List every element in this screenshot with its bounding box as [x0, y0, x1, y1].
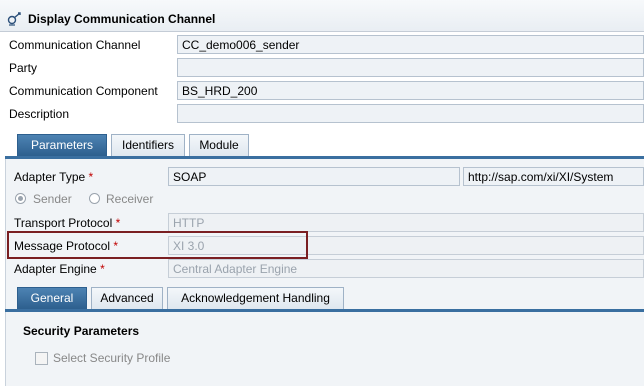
sub-tabstrip-line — [5, 309, 644, 312]
party-field[interactable] — [177, 58, 644, 77]
adapter-engine-field[interactable]: Central Adapter Engine — [168, 259, 644, 278]
communication-channel-label: Communication Channel — [9, 38, 141, 52]
sender-radio[interactable] — [15, 193, 26, 204]
party-label: Party — [9, 61, 38, 75]
adapter-engine-label: Adapter Engine * — [14, 262, 105, 276]
receiver-radio[interactable] — [89, 193, 100, 204]
title-bar: Display Communication Channel — [0, 0, 644, 32]
communication-channel-field[interactable]: CC_demo006_sender — [177, 35, 644, 54]
tab-general[interactable]: General — [17, 287, 87, 309]
select-security-profile-label: Select Security Profile — [53, 351, 171, 365]
tab-identifiers[interactable]: Identifiers — [111, 134, 185, 156]
security-parameters-heading: Security Parameters — [23, 324, 140, 338]
display-channel-icon — [7, 12, 21, 26]
communication-component-label: Communication Component — [9, 84, 158, 98]
adapter-namespace-field[interactable]: http://sap.com/xi/XI/System — [463, 167, 644, 186]
communication-component-field[interactable]: BS_HRD_200 — [177, 81, 644, 100]
description-label: Description — [9, 107, 70, 121]
tab-parameters[interactable]: Parameters — [17, 134, 107, 156]
transport-protocol-field[interactable]: HTTP — [168, 213, 644, 232]
tab-module[interactable]: Module — [189, 134, 249, 156]
adapter-type-field[interactable]: SOAP — [168, 167, 460, 186]
description-field[interactable] — [177, 104, 644, 123]
receiver-label: Receiver — [106, 192, 154, 206]
transport-protocol-label: Transport Protocol * — [14, 216, 121, 230]
page-title: Display Communication Channel — [28, 12, 216, 26]
select-security-profile-checkbox[interactable] — [35, 352, 48, 365]
message-protocol-highlight-box — [7, 231, 308, 259]
adapter-type-label: Adapter Type * — [14, 170, 94, 184]
sender-label: Sender — [33, 192, 72, 206]
tab-acknowledgement-handling[interactable]: Acknowledgement Handling — [167, 287, 344, 309]
tab-advanced[interactable]: Advanced — [91, 287, 163, 309]
